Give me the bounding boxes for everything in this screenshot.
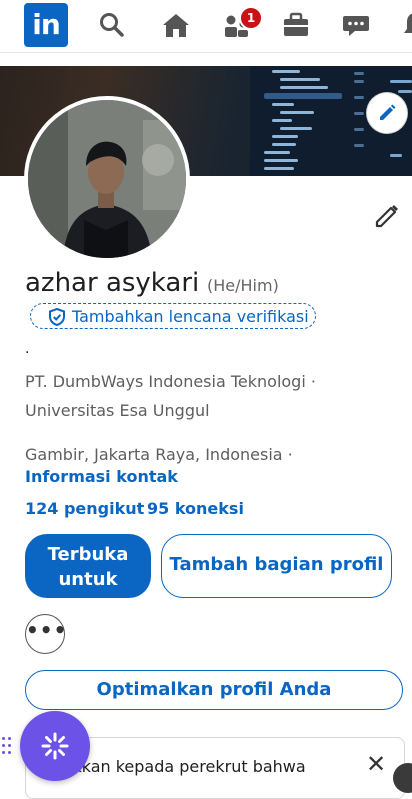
notifications-icon[interactable] bbox=[400, 10, 412, 40]
stats-separator: · bbox=[136, 499, 142, 518]
more-options-button[interactable]: ••• bbox=[25, 614, 66, 654]
profile-headline: . bbox=[25, 341, 30, 357]
shield-check-icon bbox=[49, 308, 65, 326]
profile-company[interactable]: PT. DumbWays Indonesia Teknologi · bbox=[25, 372, 316, 391]
profile-education[interactable]: Universitas Esa Unggul bbox=[25, 401, 210, 420]
profile-name: azhar asykari bbox=[25, 268, 200, 298]
pencil-icon bbox=[380, 104, 396, 120]
profile-location: Gambir, Jakarta Raya, Indonesia · bbox=[25, 445, 293, 464]
edit-profile-pencil-icon[interactable] bbox=[372, 202, 402, 232]
messaging-icon[interactable] bbox=[341, 10, 371, 40]
open-to-button[interactable]: Terbuka untuk bbox=[25, 534, 151, 598]
notification-badge: 1 bbox=[239, 6, 263, 30]
profile-avatar[interactable] bbox=[24, 96, 190, 262]
close-icon[interactable]: ✕ bbox=[366, 750, 386, 778]
edit-banner-button[interactable] bbox=[367, 93, 407, 133]
jobs-icon[interactable] bbox=[281, 10, 311, 40]
verify-label: Tambahkan lencana verifikasi bbox=[72, 307, 309, 326]
open-to-label-line2: untuk bbox=[58, 569, 118, 590]
drag-handle-icon[interactable] bbox=[0, 735, 14, 757]
assistant-fab-button[interactable] bbox=[20, 711, 90, 781]
top-nav: in 1 bbox=[0, 0, 412, 53]
profile-pronoun: (He/Him) bbox=[207, 276, 279, 295]
linkedin-logo[interactable]: in bbox=[24, 3, 68, 47]
optimize-profile-button[interactable]: Optimalkan profil Anda bbox=[25, 670, 403, 710]
home-icon[interactable] bbox=[161, 10, 191, 40]
connections-link[interactable]: 95 koneksi bbox=[147, 499, 244, 518]
recruiter-card-text: ıkkan kepada perekrut bahwa bbox=[68, 757, 306, 776]
add-profile-section-button[interactable]: Tambah bagian profil bbox=[161, 534, 392, 598]
open-to-label-line1: Terbuka bbox=[47, 544, 129, 565]
search-icon[interactable] bbox=[97, 10, 127, 40]
contact-info-link[interactable]: Informasi kontak bbox=[25, 467, 178, 486]
sparkle-icon bbox=[41, 732, 69, 760]
add-verification-badge-button[interactable]: Tambahkan lencana verifikasi bbox=[30, 303, 316, 329]
followers-link[interactable]: 124 pengikut bbox=[25, 499, 144, 518]
